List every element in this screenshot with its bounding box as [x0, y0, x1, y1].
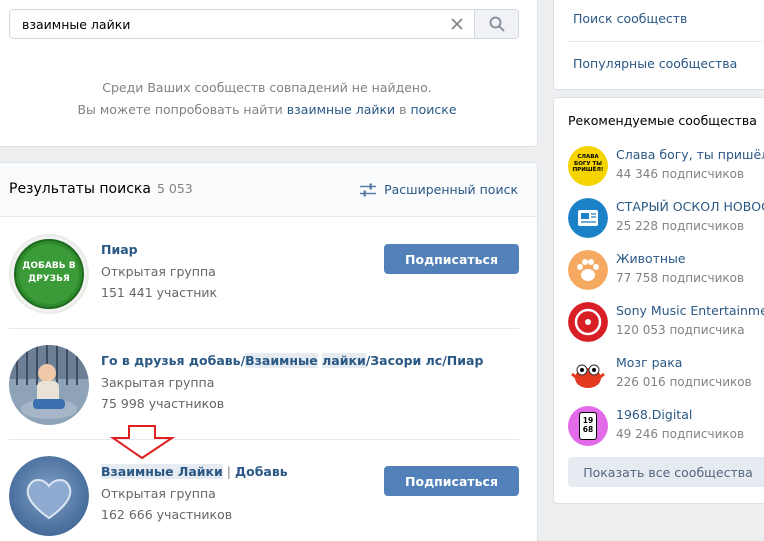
subscriber-count: 226 016 подписчиков — [616, 375, 752, 389]
avatar — [568, 198, 608, 238]
subscriber-count: 25 228 подписчиков — [616, 219, 745, 233]
recommended-title: Рекомендуемые сообщества — [568, 113, 757, 128]
group-name-part: Го в друзья добавь/ — [101, 353, 246, 368]
group-name-separator: | — [222, 464, 235, 479]
subscriber-count: 77 758 подписчиков — [616, 271, 745, 285]
global-search-link[interactable]: поиске — [410, 102, 456, 117]
results-card: Результаты поиска 5 053 Расширенный поиск… — [0, 162, 538, 541]
group-name-highlight: Лайки — [177, 464, 223, 479]
subscribe-button[interactable]: Подписаться — [384, 244, 519, 274]
results-count: 5 053 — [156, 181, 193, 196]
avatar[interactable] — [9, 345, 89, 425]
group-row: Го в друзья добавь/Взаимные лайки/Засори… — [9, 329, 519, 440]
search-communities-link[interactable]: Поиск сообществ — [573, 11, 687, 26]
community-name: Слава богу, ты пришёл! — [616, 147, 764, 162]
group-members: 151 441 участник — [101, 285, 218, 300]
group-name-part: /Засори лс/Пиар — [365, 353, 484, 368]
results-title-text: Результаты поиска — [9, 181, 151, 197]
search-input[interactable] — [10, 10, 440, 38]
arrow-down-icon — [110, 425, 176, 460]
avatar — [568, 250, 608, 290]
advanced-search-label: Расширенный поиск — [384, 182, 518, 197]
avatar-label: ДОБАВЬ В ДРУЗЬЯ — [22, 261, 76, 284]
avatar: 19 68 — [568, 406, 608, 446]
community-name: СТАРЫЙ ОСКОЛ НОВОСТИ — [616, 199, 764, 214]
not-found-prefix: Вы можете попробовать найти — [77, 102, 287, 117]
not-found-message: Среди Ваших сообществ совпадений не найд… — [0, 77, 537, 121]
group-name-highlight: Взаимные — [101, 464, 174, 479]
search-bar — [9, 9, 519, 39]
search-button[interactable] — [474, 10, 518, 38]
group-type: Открытая группа — [101, 264, 216, 279]
list-item[interactable]: Sony Music Entertainment 120 053 подписч… — [568, 300, 764, 344]
results-header: Результаты поиска 5 053 Расширенный поиск — [0, 163, 537, 217]
community-name: Sony Music Entertainment — [616, 303, 764, 318]
not-found-line2: Вы можете попробовать найти взаимные лай… — [0, 99, 537, 121]
group-name-highlight: Взаимные — [245, 353, 318, 368]
subscribe-button[interactable]: Подписаться — [384, 466, 519, 496]
avatar-label: СЛАВА БОГУ ТЫ ПРИШЁЛ! — [572, 154, 604, 173]
query-link[interactable]: взаимные лайки — [287, 102, 395, 117]
group-name-text: Пиар — [101, 242, 138, 257]
list-item[interactable]: Мозг рака 226 016 подписчиков — [568, 352, 764, 396]
group-members: 75 998 участников — [101, 396, 225, 411]
community-name: 1968.Digital — [616, 407, 693, 422]
recommended-communities: Рекомендуемые сообщества СЛАВА БОГУ ТЫ П… — [553, 97, 764, 504]
subscriber-count: 44 346 подписчиков — [616, 167, 745, 181]
list-item[interactable]: 19 68 1968.Digital 49 246 подписчиков — [568, 404, 764, 448]
avatar[interactable] — [9, 456, 89, 536]
group-name-link[interactable]: Взаимные Лайки | Добавь — [101, 464, 288, 479]
group-name-link[interactable]: Го в друзья добавь/Взаимные лайки/Засори… — [101, 353, 483, 368]
popular-communities-link[interactable]: Популярные сообщества — [573, 56, 737, 71]
avatar — [568, 302, 608, 342]
search-card: Среди Ваших сообществ совпадений не найд… — [0, 0, 538, 147]
avatar — [568, 354, 608, 394]
group-name-part: Добавь — [234, 464, 288, 479]
community-name: Животные — [616, 251, 686, 266]
subscriber-count: 49 246 подписчиков — [616, 427, 745, 441]
group-row: Взаимные Лайки | Добавь Открытая группа … — [9, 440, 519, 541]
advanced-search-link[interactable]: Расширенный поиск — [360, 182, 518, 197]
avatar[interactable]: ДОБАВЬ В ДРУЗЬЯ — [9, 234, 89, 314]
not-found-mid: в — [395, 102, 411, 117]
group-type: Открытая группа — [101, 486, 216, 501]
list-item[interactable]: СЛАВА БОГУ ТЫ ПРИШЁЛ! Слава богу, ты при… — [568, 144, 764, 188]
list-item[interactable]: СТАРЫЙ ОСКОЛ НОВОСТИ 25 228 подписчиков — [568, 196, 764, 240]
community-name: Мозг рака — [616, 355, 683, 370]
search-icon — [489, 16, 504, 32]
avatar-label: 19 68 — [582, 416, 594, 434]
results-title: Результаты поиска 5 053 — [9, 181, 193, 197]
group-members: 162 666 участников — [101, 507, 233, 522]
subscriber-count: 120 053 подписчика — [616, 323, 745, 337]
filter-sliders-icon — [360, 183, 377, 196]
group-name-highlight: лайки — [322, 353, 366, 368]
communities-menu: Поиск сообществ Популярные сообщества — [553, 0, 764, 90]
group-type: Закрытая группа — [101, 375, 215, 390]
avatar: СЛАВА БОГУ ТЫ ПРИШЁЛ! — [568, 146, 608, 186]
group-name-link[interactable]: Пиар — [101, 242, 138, 257]
close-icon[interactable] — [440, 10, 474, 38]
list-item[interactable]: Животные 77 758 подписчиков — [568, 248, 764, 292]
divider — [568, 41, 762, 42]
group-row: ДОБАВЬ В ДРУЗЬЯ Пиар Открытая группа 151… — [9, 218, 519, 329]
show-all-communities-button[interactable]: Показать все сообщества — [568, 457, 764, 487]
not-found-line1: Среди Ваших сообществ совпадений не найд… — [102, 80, 432, 95]
